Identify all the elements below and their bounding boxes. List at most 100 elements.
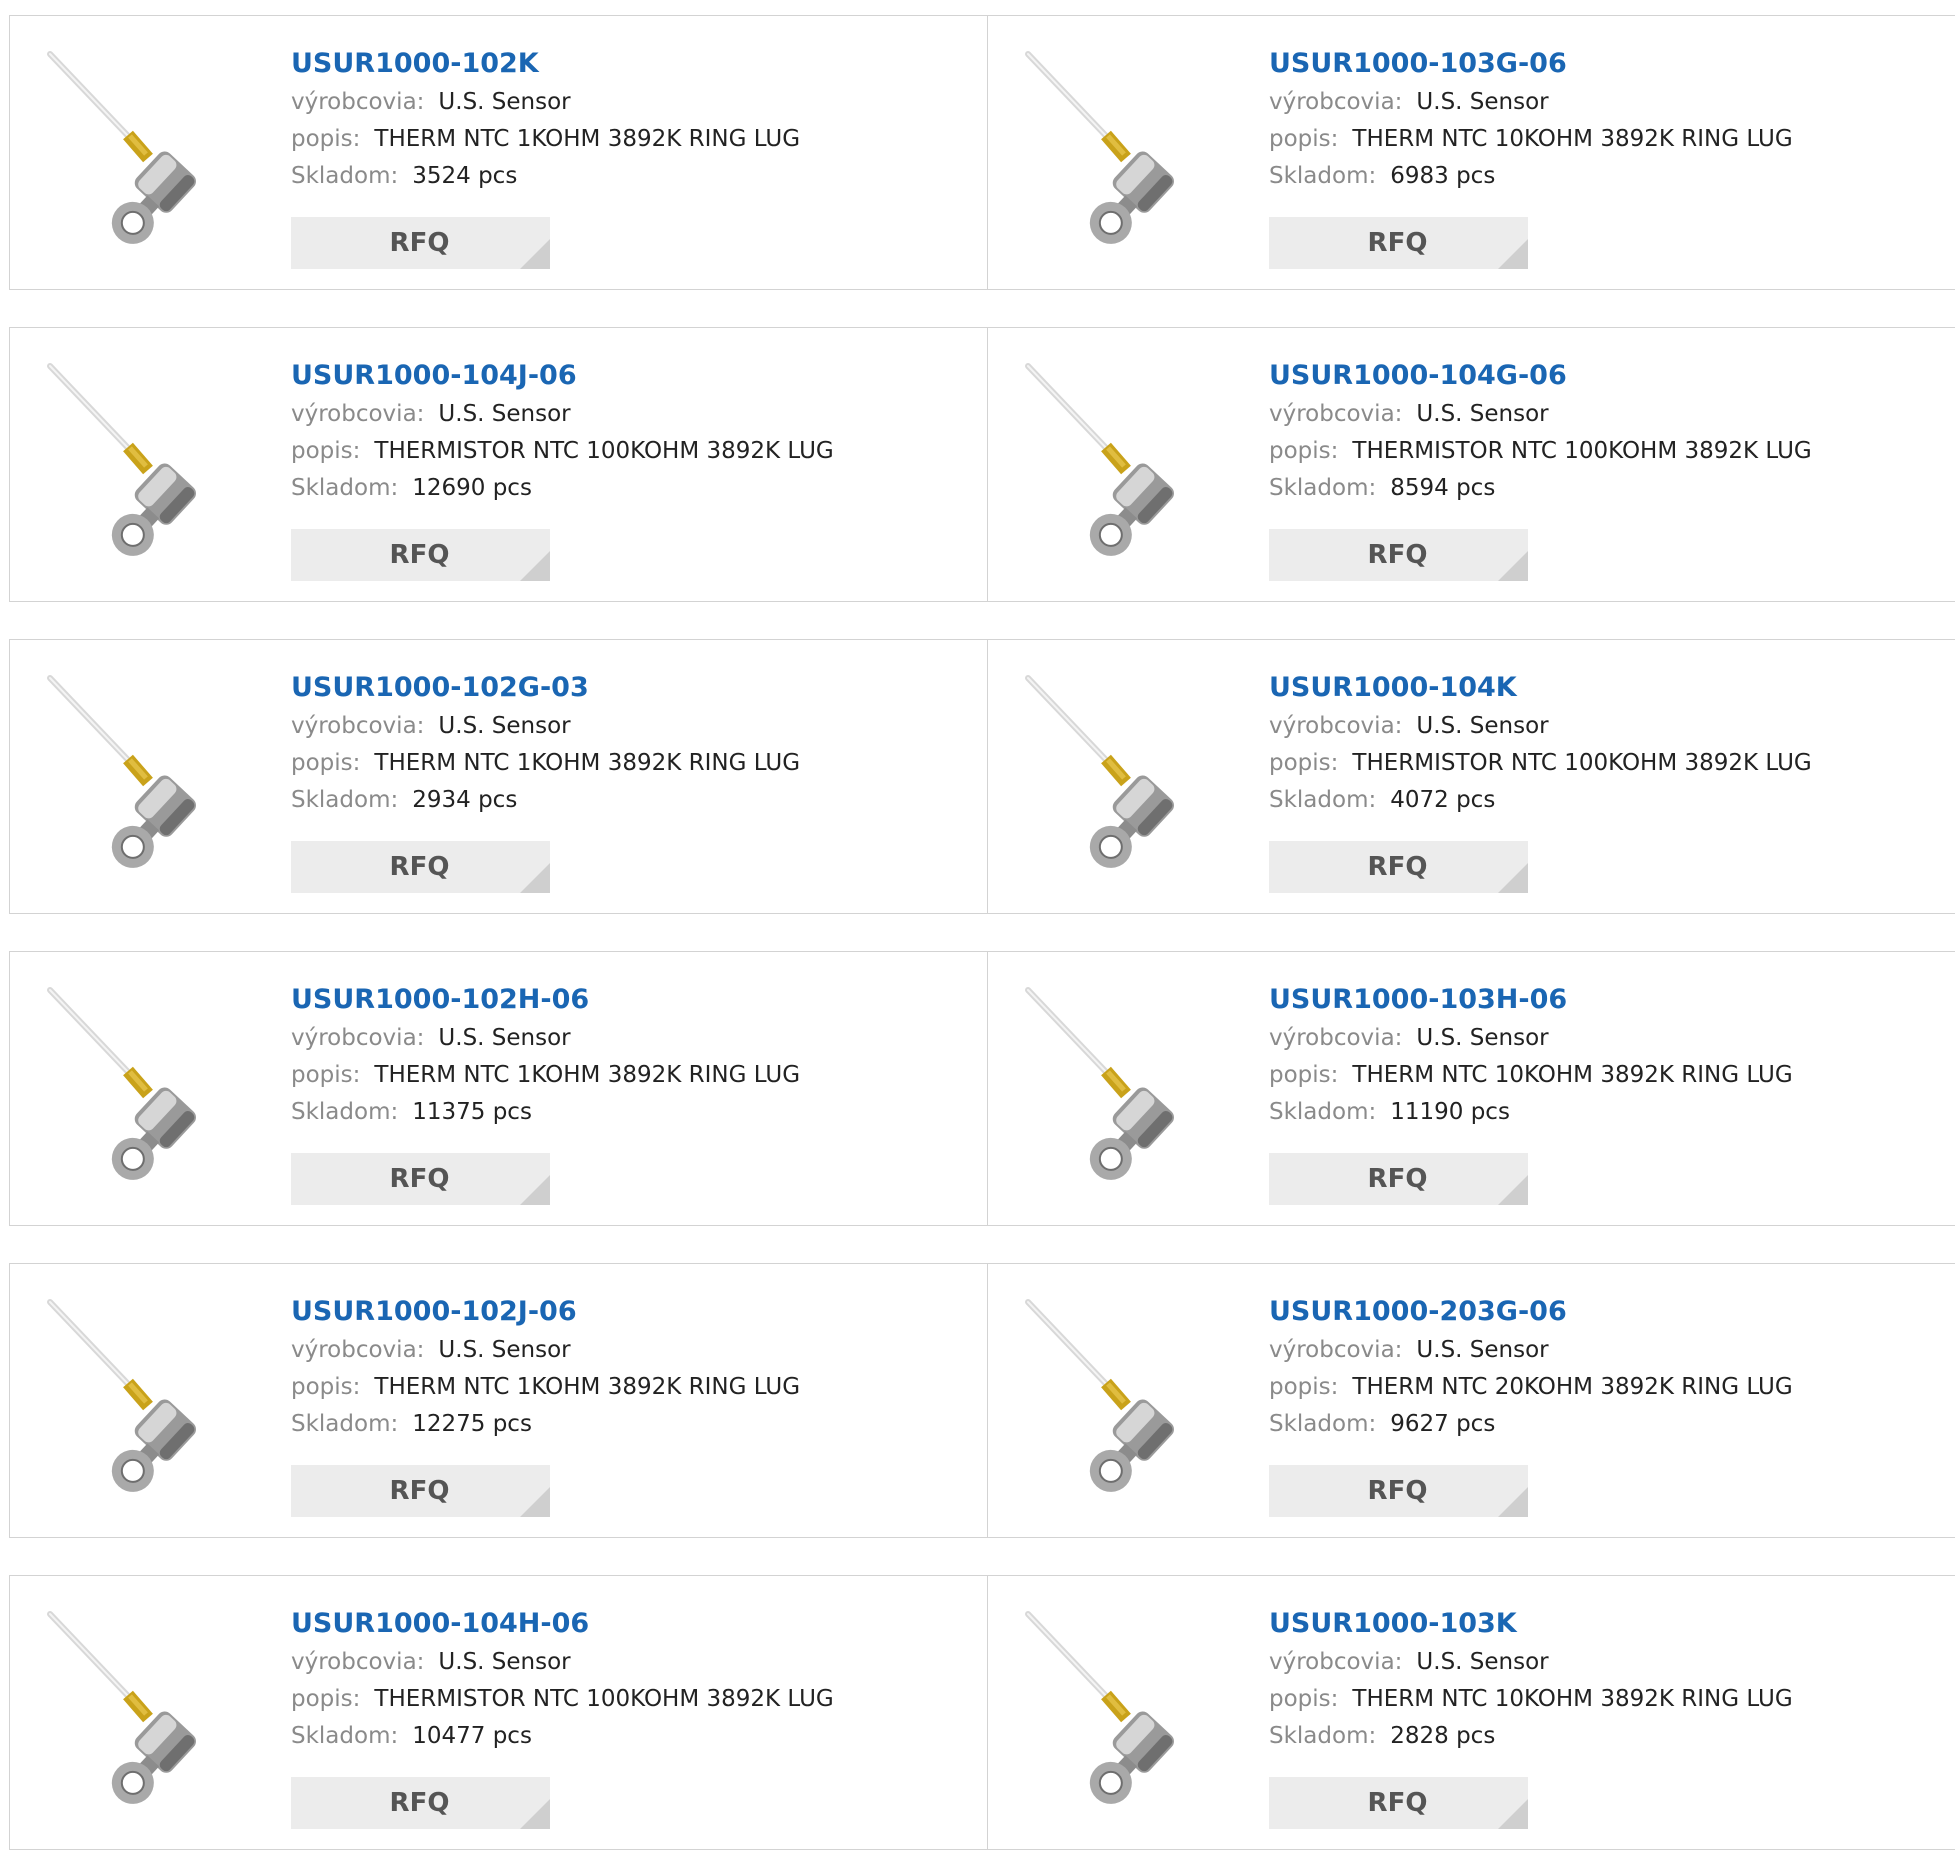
part-number-link[interactable]: USUR1000-102H-06	[291, 980, 800, 1020]
stock-row: Skladom: 2934 pcs	[291, 782, 800, 819]
manufacturer-row: výrobcovia: U.S. Sensor	[1269, 708, 1812, 745]
description-row: popis: THERMISTOR NTC 100KOHM 3892K LUG	[291, 1681, 834, 1718]
rfq-button-label: RFQ	[389, 228, 450, 258]
rfq-button[interactable]: RFQ	[1269, 1777, 1528, 1829]
description-value: THERMISTOR NTC 100KOHM 3892K LUG	[1352, 438, 1812, 464]
thermistor-product-image[interactable]	[1024, 674, 1214, 874]
thermistor-product-image[interactable]	[46, 1298, 236, 1498]
rfq-button[interactable]: RFQ	[291, 1465, 550, 1517]
rfq-button[interactable]: RFQ	[291, 841, 550, 893]
rfq-button[interactable]: RFQ	[291, 1777, 550, 1829]
product-row: USUR1000-102J-06 výrobcovia: U.S. Sensor …	[9, 1263, 1955, 1538]
thermistor-product-image[interactable]	[46, 986, 236, 1186]
rfq-button[interactable]: RFQ	[291, 1153, 550, 1205]
rfq-button[interactable]: RFQ	[1269, 1465, 1528, 1517]
product-card: USUR1000-203G-06 výrobcovia: U.S. Sensor …	[987, 1263, 1955, 1538]
part-number-link[interactable]: USUR1000-203G-06	[1269, 1292, 1793, 1332]
rfq-button-label: RFQ	[389, 852, 450, 882]
rfq-button[interactable]: RFQ	[291, 217, 550, 269]
description-value: THERM NTC 10KOHM 3892K RING LUG	[1352, 1062, 1793, 1088]
stock-label: Skladom:	[291, 1723, 399, 1749]
description-value: THERM NTC 1KOHM 3892K RING LUG	[374, 750, 801, 776]
description-value: THERM NTC 20KOHM 3892K RING LUG	[1352, 1374, 1793, 1400]
description-label: popis:	[1269, 1062, 1339, 1088]
stock-row: Skladom: 11190 pcs	[1269, 1094, 1793, 1131]
corner-triangle-icon	[1498, 239, 1528, 269]
corner-triangle-icon	[520, 863, 550, 893]
rfq-button-label: RFQ	[1367, 228, 1428, 258]
product-info: USUR1000-102K výrobcovia: U.S. Sensor pop…	[291, 44, 800, 195]
thermistor-product-image[interactable]	[1024, 986, 1214, 1186]
stock-label: Skladom:	[291, 1099, 399, 1125]
manufacturer-row: výrobcovia: U.S. Sensor	[1269, 1644, 1793, 1681]
rfq-button-label: RFQ	[389, 1164, 450, 1194]
thermistor-product-image[interactable]	[1024, 362, 1214, 562]
manufacturer-label: výrobcovia:	[291, 1337, 425, 1363]
part-number-link[interactable]: USUR1000-104G-06	[1269, 356, 1812, 396]
manufacturer-row: výrobcovia: U.S. Sensor	[291, 708, 800, 745]
manufacturer-value: U.S. Sensor	[1416, 1337, 1549, 1363]
product-card: USUR1000-102K výrobcovia: U.S. Sensor pop…	[9, 15, 988, 290]
stock-label: Skladom:	[1269, 1411, 1377, 1437]
manufacturer-label: výrobcovia:	[291, 1025, 425, 1051]
product-info: USUR1000-102G-03 výrobcovia: U.S. Sensor …	[291, 668, 800, 819]
description-row: popis: THERM NTC 1KOHM 3892K RING LUG	[291, 121, 800, 158]
part-number-link[interactable]: USUR1000-103H-06	[1269, 980, 1793, 1020]
description-label: popis:	[1269, 438, 1339, 464]
manufacturer-row: výrobcovia: U.S. Sensor	[1269, 1332, 1793, 1369]
stock-row: Skladom: 4072 pcs	[1269, 782, 1812, 819]
rfq-button[interactable]: RFQ	[291, 529, 550, 581]
stock-value: 4072 pcs	[1390, 787, 1496, 813]
description-label: popis:	[291, 1686, 361, 1712]
manufacturer-value: U.S. Sensor	[438, 401, 571, 427]
rfq-button[interactable]: RFQ	[1269, 217, 1528, 269]
stock-value: 2828 pcs	[1390, 1723, 1496, 1749]
thermistor-product-image[interactable]	[46, 50, 236, 250]
description-row: popis: THERM NTC 1KOHM 3892K RING LUG	[291, 1369, 800, 1406]
product-info: USUR1000-102J-06 výrobcovia: U.S. Sensor …	[291, 1292, 800, 1443]
part-number-link[interactable]: USUR1000-104K	[1269, 668, 1812, 708]
part-number-link[interactable]: USUR1000-102K	[291, 44, 800, 84]
manufacturer-value: U.S. Sensor	[438, 89, 571, 115]
thermistor-product-image[interactable]	[1024, 1298, 1214, 1498]
stock-label: Skladom:	[1269, 163, 1377, 189]
manufacturer-row: výrobcovia: U.S. Sensor	[291, 1020, 800, 1057]
description-row: popis: THERM NTC 10KOHM 3892K RING LUG	[1269, 121, 1793, 158]
manufacturer-row: výrobcovia: U.S. Sensor	[291, 1332, 800, 1369]
stock-row: Skladom: 6983 pcs	[1269, 158, 1793, 195]
rfq-button-label: RFQ	[1367, 540, 1428, 570]
stock-value: 2934 pcs	[412, 787, 518, 813]
stock-row: Skladom: 8594 pcs	[1269, 470, 1812, 507]
stock-label: Skladom:	[1269, 475, 1377, 501]
part-number-link[interactable]: USUR1000-103G-06	[1269, 44, 1793, 84]
description-row: popis: THERM NTC 1KOHM 3892K RING LUG	[291, 1057, 800, 1094]
manufacturer-label: výrobcovia:	[1269, 1337, 1403, 1363]
thermistor-product-image[interactable]	[46, 1610, 236, 1810]
description-label: popis:	[291, 126, 361, 152]
stock-label: Skladom:	[1269, 1723, 1377, 1749]
product-info: USUR1000-104K výrobcovia: U.S. Sensor pop…	[1269, 668, 1812, 819]
thermistor-product-image[interactable]	[46, 362, 236, 562]
thermistor-product-image[interactable]	[1024, 50, 1214, 250]
description-label: popis:	[291, 750, 361, 776]
description-label: popis:	[291, 1374, 361, 1400]
part-number-link[interactable]: USUR1000-102G-03	[291, 668, 800, 708]
part-number-link[interactable]: USUR1000-102J-06	[291, 1292, 800, 1332]
thermistor-product-image[interactable]	[1024, 1610, 1214, 1810]
stock-value: 11190 pcs	[1390, 1099, 1510, 1125]
stock-value: 12275 pcs	[412, 1411, 532, 1437]
thermistor-product-image[interactable]	[46, 674, 236, 874]
rfq-button[interactable]: RFQ	[1269, 1153, 1528, 1205]
rfq-button[interactable]: RFQ	[1269, 529, 1528, 581]
description-value: THERM NTC 10KOHM 3892K RING LUG	[1352, 126, 1793, 152]
part-number-link[interactable]: USUR1000-104J-06	[291, 356, 834, 396]
description-value: THERM NTC 1KOHM 3892K RING LUG	[374, 1374, 801, 1400]
description-label: popis:	[291, 1062, 361, 1088]
product-info: USUR1000-103G-06 výrobcovia: U.S. Sensor …	[1269, 44, 1793, 195]
rfq-button[interactable]: RFQ	[1269, 841, 1528, 893]
corner-triangle-icon	[520, 1799, 550, 1829]
product-card: USUR1000-102G-03 výrobcovia: U.S. Sensor …	[9, 639, 988, 914]
part-number-link[interactable]: USUR1000-104H-06	[291, 1604, 834, 1644]
part-number-link[interactable]: USUR1000-103K	[1269, 1604, 1793, 1644]
description-label: popis:	[1269, 126, 1339, 152]
